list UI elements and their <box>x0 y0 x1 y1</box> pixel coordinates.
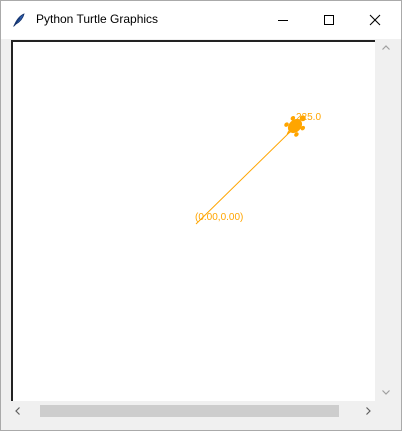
maximize-icon <box>324 15 334 25</box>
vertical-scrollbar[interactable] <box>377 40 394 401</box>
chevron-down-icon[interactable] <box>381 387 391 397</box>
pen-trail <box>195 126 296 225</box>
origin-coordinate-label: (0.00,0.00) <box>195 212 243 223</box>
turtle-canvas[interactable]: (0.00,0.00) 225.0 <box>11 40 375 401</box>
horizontal-scroll-thumb[interactable] <box>40 405 339 417</box>
title-bar[interactable]: Python Turtle Graphics <box>1 1 401 39</box>
chevron-left-icon[interactable] <box>13 406 23 416</box>
minimize-button[interactable] <box>260 1 306 39</box>
turtle-window: Python Turtle Graphics (0.00,0.00) 225.0 <box>0 0 402 431</box>
minimize-icon <box>278 20 288 21</box>
horizontal-scrollbar[interactable] <box>11 402 377 419</box>
feather-icon <box>11 12 27 28</box>
chevron-right-icon[interactable] <box>363 406 373 416</box>
chevron-up-icon[interactable] <box>381 43 391 53</box>
window-title: Python Turtle Graphics <box>36 12 159 26</box>
maximize-button[interactable] <box>306 1 352 39</box>
close-button[interactable] <box>352 1 398 39</box>
close-icon <box>369 14 381 26</box>
